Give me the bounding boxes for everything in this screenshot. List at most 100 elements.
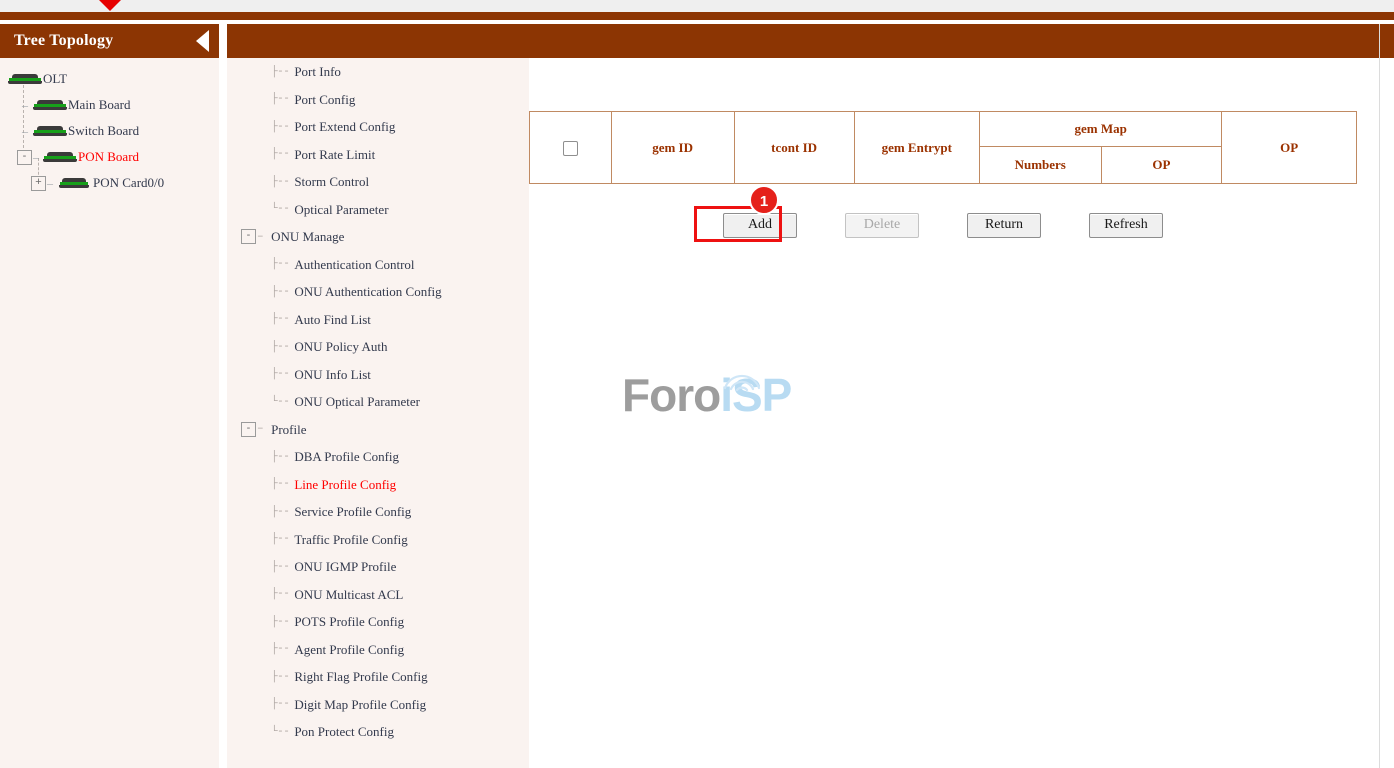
line-profile-table: gem ID tcont ID gem Entrypt gem Map OP N… [529,111,1357,184]
column-header-gem-map[interactable]: gem Map [979,112,1221,147]
menu-branch-dash: – [257,423,263,435]
menu-item-service-profile-config[interactable]: ├-- Service Profile Config [227,498,501,526]
tree-topology-body: OLT – Main Board – Switch Board - [0,58,219,196]
menu-item-label: Storm Control [294,168,369,196]
menu-item-onu-optical-parameter[interactable]: └--ONU Optical Parameter [227,388,501,416]
add-button[interactable]: Add [723,213,797,238]
menu-item-onu-manage[interactable]: -–ONU Manage [227,223,501,251]
return-button[interactable]: Return [967,213,1041,238]
wifi-arcs-icon [719,368,765,392]
action-button-row: Add 1 Delete Return Refresh [529,213,1357,238]
menu-item-onu-policy-auth[interactable]: ├--ONU Policy Auth [227,333,501,361]
menu-branch-dash: ├-- [271,698,289,710]
column-header-gem-map-numbers[interactable]: Numbers [979,147,1101,184]
tree-node-switch-board[interactable]: – Switch Board [0,118,219,144]
menu-branch-dash: ├-- [271,561,289,573]
column-header-op[interactable]: OP [1222,112,1357,184]
menu-branch-dash: ├-- [271,533,289,545]
menu-collapse-toggle[interactable]: - [241,422,256,437]
menu-item-auto-find-list[interactable]: ├-- Auto Find List [227,306,501,334]
tree-node-label: OLT [43,66,67,92]
device-board-icon [8,74,42,85]
menu-branch-dash: ├-- [271,286,289,298]
menu-branch-dash: ├-- [271,176,289,188]
menu-item-right-flag-profile-config[interactable]: ├--Right Flag Profile Config [227,663,501,691]
menu-item-label: ONU Multicast ACL [294,581,403,609]
menu-item-label: ONU Manage [271,223,344,251]
menu-item-digit-map-profile-config[interactable]: ├--Digit Map Profile Config [227,691,501,719]
menu-item-port-extend-config[interactable]: ├--Port Extend Config [227,113,501,141]
tree-node-label: PON Card0/0 [93,170,164,196]
column-header-tcont-id[interactable]: tcont ID [734,112,854,184]
column-header-gem-map-op[interactable]: OP [1101,147,1222,184]
menu-item-traffic-profile-config[interactable]: ├--Traffic Profile Config [227,526,501,554]
menu-item-port-rate-limit[interactable]: ├--Port Rate Limit [227,141,501,169]
top-brand-bar [0,12,1394,20]
select-all-cell [530,112,612,184]
device-board-icon [59,178,89,189]
menu-item-agent-profile-config[interactable]: ├-- Agent Profile Config [227,636,501,664]
menu-item-port-info[interactable]: ├--Port Info [227,58,501,86]
menu-item-port-config[interactable]: ├--Port Config [227,86,501,114]
tree-node-pon-card[interactable]: + – PON Card0/0 [0,170,219,196]
menu-branch-dash: ├-- [271,478,289,490]
table-header: gem ID tcont ID gem Entrypt gem Map OP N… [530,112,1357,184]
menu-branch-dash: ├-- [271,313,289,325]
menu-item-authentication-control[interactable]: ├--Authentication Control [227,251,501,279]
navigation-menu-list[interactable]: ├--Port Info├--Port Config├--Port Extend… [227,58,501,768]
menu-item-label: DBA Profile Config [294,443,399,471]
top-strip [0,0,1394,12]
menu-branch-dash: ├-- [271,671,289,683]
tree-topology-title: Tree Topology [14,32,196,50]
menu-item-label: Port Extend Config [294,113,395,141]
menu-item-label: Port Config [294,86,355,114]
tree-collapse-toggle[interactable]: - [17,150,32,165]
refresh-button[interactable]: Refresh [1089,213,1163,238]
menu-branch-dash: └-- [271,203,289,215]
tree-node-olt[interactable]: OLT [0,66,219,92]
step-badge-1: 1 [749,185,779,215]
column-header-gem-id[interactable]: gem ID [611,112,734,184]
menu-item-label: POTS Profile Config [294,608,404,636]
menu-branch-dash: ├-- [271,643,289,655]
tree-node-main-board[interactable]: – Main Board [0,92,219,118]
menu-item-onu-info-list[interactable]: ├--ONU Info List [227,361,501,389]
watermark-text-foro: Foro [622,369,720,421]
collapse-left-arrow-icon[interactable] [196,30,209,52]
column-header-gem-entrypt[interactable]: gem Entrypt [854,112,979,184]
watermark-logo: ForoiSP [622,368,812,438]
menu-item-pon-protect-config[interactable]: └--Pon Protect Config [227,718,501,746]
down-triangle-pointer-icon [98,0,122,11]
menu-item-onu-authentication-config[interactable]: ├--ONU Authentication Config [227,278,501,306]
tree-expand-toggle[interactable]: + [31,176,46,191]
add-button-wrapper: Add 1 [701,213,819,238]
menu-item-label: Auto Find List [294,306,371,334]
device-board-icon [33,100,67,111]
menu-item-onu-multicast-acl[interactable]: ├--ONU Multicast ACL [227,581,501,609]
menu-branch-dash: └-- [271,726,289,738]
menu-item-onu-igmp-profile[interactable]: ├-- ONU IGMP Profile [227,553,501,581]
menu-item-storm-control[interactable]: ├-- Storm Control [227,168,501,196]
tree-branch-dash: – [47,176,52,191]
tree-node-label: PON Board [78,144,139,170]
menu-item-profile[interactable]: -–Profile [227,416,501,444]
menu-item-label: ONU Policy Auth [294,333,387,361]
menu-branch-dash: – [257,231,263,243]
menu-branch-dash: ├-- [271,506,289,518]
menu-item-label: Agent Profile Config [294,636,404,664]
menu-item-dba-profile-config[interactable]: ├--DBA Profile Config [227,443,501,471]
menu-item-label: Service Profile Config [294,498,411,526]
menu-item-label: ONU IGMP Profile [294,553,396,581]
tree-node-pon-board[interactable]: - – PON Board [0,144,219,170]
application-window: Tree Topology OLT – Main Board [0,0,1394,768]
menu-item-optical-parameter[interactable]: └--Optical Parameter [227,196,501,224]
menu-item-pots-profile-config[interactable]: ├-- POTS Profile Config [227,608,501,636]
menu-item-line-profile-config[interactable]: ├--Line Profile Config [227,471,501,499]
tree-topology-panel: Tree Topology OLT – Main Board [0,24,219,768]
device-board-icon [33,126,67,137]
menu-collapse-toggle[interactable]: - [241,229,256,244]
select-all-checkbox[interactable] [563,141,578,156]
menu-branch-dash: ├-- [271,616,289,628]
menu-item-label: Port Rate Limit [294,141,375,169]
tree-branch-dash: – [33,150,38,165]
